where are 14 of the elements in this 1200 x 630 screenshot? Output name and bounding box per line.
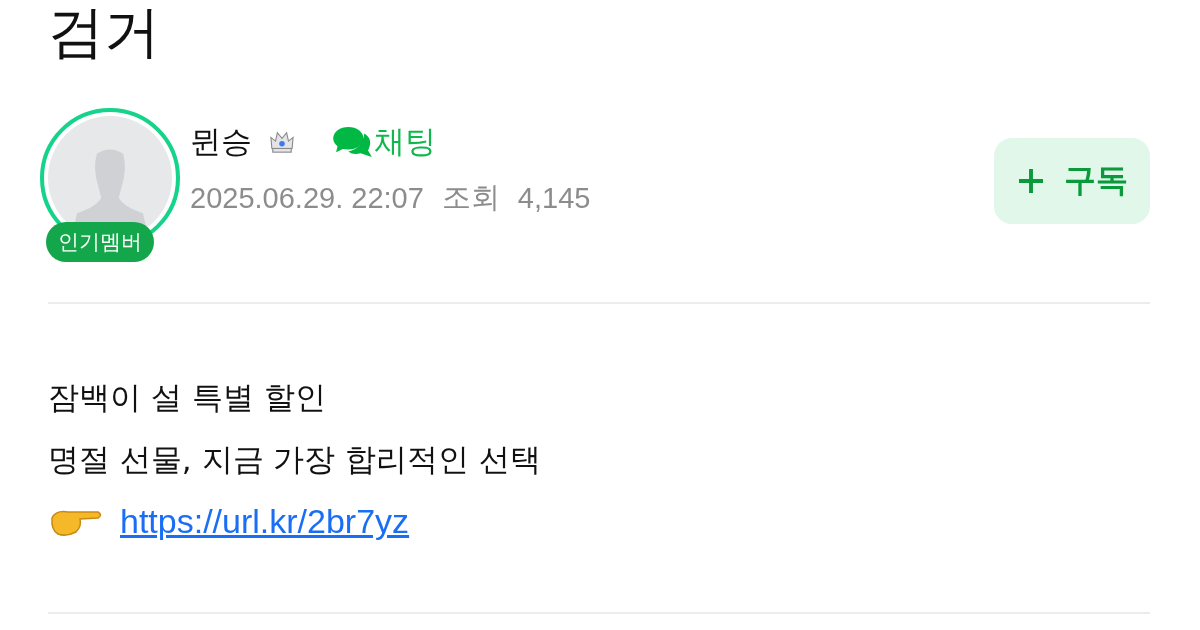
chat-link[interactable]: 채팅 bbox=[332, 121, 436, 163]
post-title: 검거 bbox=[48, 0, 161, 64]
post-date: 2025.06.29. 22:07 bbox=[190, 181, 424, 215]
views-label: 조회 bbox=[441, 180, 500, 215]
body-text: 명절 선물, 지금 가장 합리적인 선택 bbox=[48, 440, 543, 479]
url-link[interactable]: https://url.kr/2br7yz bbox=[120, 490, 410, 552]
chat-bubbles-icon bbox=[332, 126, 374, 158]
subscribe-button[interactable]: 구독 bbox=[994, 138, 1150, 224]
member-badge: 인기멤버 bbox=[46, 222, 154, 262]
crown-icon bbox=[268, 130, 296, 154]
view-count: 4,145 bbox=[517, 181, 591, 215]
author-name[interactable]: 뮌승 bbox=[190, 121, 252, 163]
body-text: 잠백이 설 특별 할인 bbox=[48, 378, 327, 417]
plus-icon bbox=[1016, 166, 1046, 196]
